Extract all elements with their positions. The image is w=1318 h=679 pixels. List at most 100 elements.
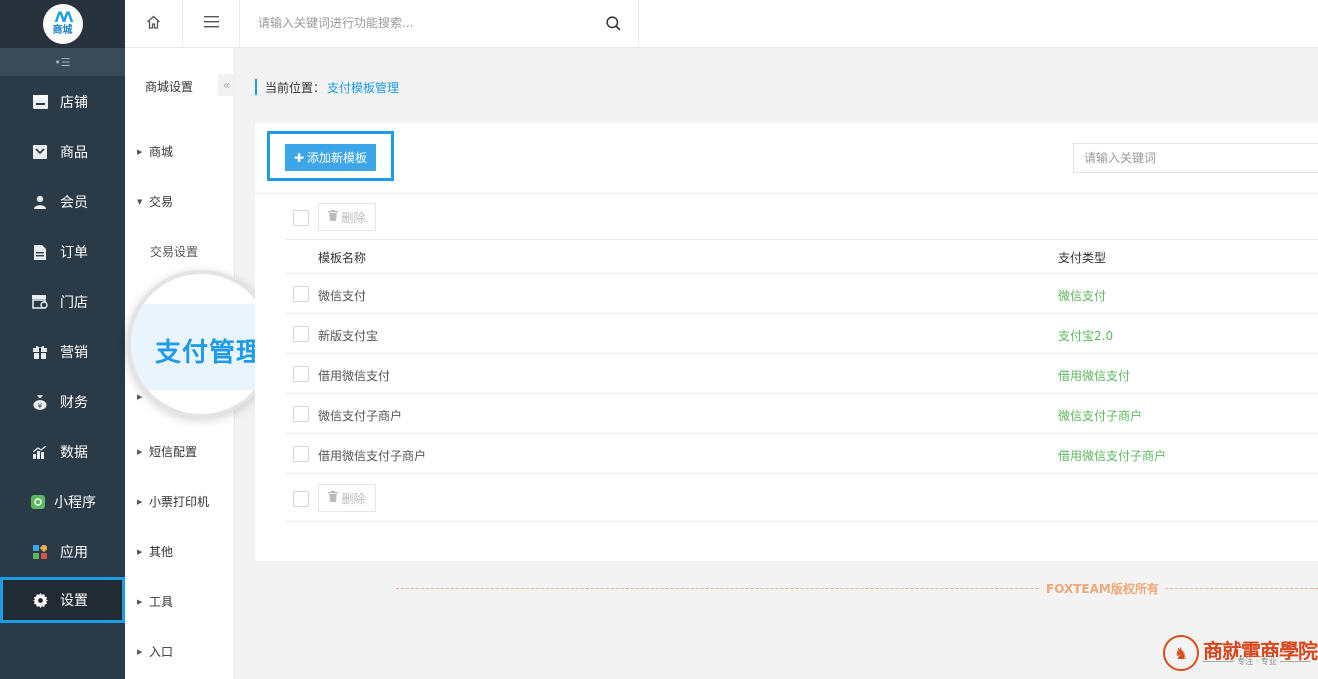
keyword-input[interactable] — [1074, 144, 1318, 172]
submenu-collapse-button[interactable]: « — [218, 74, 235, 96]
sidebar-item-label: 会员 — [60, 195, 88, 211]
bulk-delete-button[interactable]: 删除 — [318, 203, 376, 231]
sidebar-item-apps[interactable]: 应用 — [0, 529, 125, 575]
sidebar-item-shop[interactable]: 门店 — [0, 279, 125, 325]
top-bar — [125, 0, 1318, 48]
logo-text: 商城 — [52, 25, 73, 36]
bulk-delete-button-bottom[interactable]: 删除 — [318, 484, 376, 512]
gift-icon — [32, 344, 48, 360]
sidebar-item-label: 财务 — [60, 395, 88, 411]
sidebar-item-label: 数据 — [60, 445, 88, 461]
caret-right-icon: ▶ — [137, 447, 143, 456]
sidebar-item-label: 商品 — [60, 145, 88, 161]
breadcrumb: 当前位置： 支付模板管理 — [255, 79, 399, 95]
sidebar-item-label: 小程序 — [54, 495, 96, 511]
divider — [285, 473, 1318, 474]
submenu-item-entry[interactable]: ▶ 入口 — [137, 643, 173, 660]
row-checkbox[interactable] — [293, 366, 309, 382]
sidebar-item-store[interactable]: 店铺 — [0, 79, 125, 125]
row-checkbox[interactable] — [293, 326, 309, 342]
search-icon[interactable] — [606, 16, 621, 35]
submenu-item-trade-settings[interactable]: 交易设置 — [150, 243, 198, 260]
sidebar-item-member[interactable]: 会员 — [0, 179, 125, 225]
sidebar-item-settings[interactable]: 设置 — [0, 577, 125, 623]
divider — [255, 193, 1318, 194]
goods-icon — [32, 144, 48, 160]
double-chevron-left-icon: « — [222, 78, 231, 92]
delete-label: 删除 — [341, 491, 366, 506]
submenu-item-other[interactable]: ▶ 其他 — [137, 543, 173, 560]
submenu-title: 商城设置 — [145, 80, 194, 94]
menu-toggle-button[interactable] — [183, 0, 240, 47]
row-checkbox[interactable] — [293, 406, 309, 422]
template-name: 借用微信支付子商户 — [318, 449, 427, 463]
sidebar-item-goods[interactable]: 商品 — [0, 129, 125, 175]
order-icon — [32, 244, 48, 260]
submenu-item-mall[interactable]: ▶ 商城 — [137, 143, 173, 160]
miniprogram-icon — [30, 494, 46, 510]
sidebar-collapse-toggle[interactable]: •☰ — [0, 48, 125, 76]
breadcrumb-current[interactable]: 支付模板管理 — [327, 79, 399, 96]
submenu-item-printer[interactable]: ▶ 小票打印机 — [137, 493, 209, 510]
payment-type: 支付宝2.0 — [1058, 329, 1114, 343]
caret-right-icon: ▶ — [137, 647, 143, 656]
home-button[interactable] — [125, 0, 183, 47]
template-name: 微信支付 — [318, 289, 367, 303]
submenu-item-label: 交易 — [149, 195, 174, 209]
row-checkbox[interactable] — [293, 286, 309, 302]
add-template-label: 添加新模板 — [307, 151, 368, 165]
apps-icon — [32, 544, 48, 560]
sidebar-item-miniprogram[interactable]: 小程序 — [0, 479, 125, 525]
collapse-icon: •☰ — [54, 55, 71, 69]
payment-management-magnifier[interactable]: 支付管理 — [127, 270, 275, 418]
footer-divider — [396, 588, 1318, 589]
plus-icon: ✚ — [293, 150, 305, 165]
add-template-button[interactable]: ✚ 添加新模板 — [285, 144, 376, 171]
sidebar-item-order[interactable]: 订单 — [0, 229, 125, 275]
caret-right-icon: ▶ — [137, 497, 143, 506]
submenu-item-sms[interactable]: ▶ 短信配置 — [137, 443, 197, 460]
submenu-item-trade[interactable]: ▼ 交易 — [137, 193, 173, 210]
shop-icon — [32, 294, 48, 310]
divider — [285, 313, 1318, 314]
main-sidebar: ᐱᐱ 商城 •☰ 店铺 商品 会员 订单 门店 营销 ¥ 财务 数据 小程序 应… — [0, 0, 125, 679]
sidebar-item-label: 订单 — [60, 245, 88, 261]
divider — [285, 353, 1318, 354]
watermark-logo-icon: ♞ — [1163, 635, 1199, 671]
svg-text:¥: ¥ — [38, 402, 43, 410]
payment-type: 微信支付 — [1058, 289, 1107, 303]
sidebar-item-marketing[interactable]: 营销 — [0, 329, 125, 375]
submenu-item-tools[interactable]: ▶ 工具 — [137, 593, 173, 610]
template-name: 微信支付子商户 — [318, 409, 403, 423]
caret-down-icon: ▼ — [137, 197, 143, 206]
payment-type: 借用微信支付子商户 — [1058, 449, 1167, 463]
sidebar-item-data[interactable]: 数据 — [0, 429, 125, 475]
caret-right-icon: ▶ — [137, 547, 143, 556]
sidebar-item-label: 店铺 — [60, 95, 88, 111]
row-checkbox[interactable] — [293, 446, 309, 462]
menu-icon — [203, 15, 219, 32]
chart-icon — [32, 444, 48, 460]
submenu-item-label: 其他 — [149, 545, 174, 559]
user-icon — [32, 194, 48, 210]
template-name: 新版支付宝 — [318, 329, 379, 343]
magnifier-label: 支付管理 — [155, 338, 264, 368]
select-all-checkbox-bottom[interactable] — [293, 491, 309, 507]
divider — [285, 521, 1318, 522]
watermark-slogan: 专注 · 专业 — [1234, 657, 1280, 666]
keyword-search — [1073, 143, 1318, 173]
function-search-input[interactable] — [240, 0, 570, 46]
logo-area: ᐱᐱ 商城 — [0, 0, 125, 48]
sidebar-item-finance[interactable]: ¥ 财务 — [0, 379, 125, 425]
trash-icon — [328, 210, 339, 224]
sidebar-item-label: 营销 — [60, 345, 88, 361]
sidebar-item-label: 门店 — [60, 295, 88, 311]
caret-right-icon: ▶ — [137, 147, 143, 156]
watermark-slogan-rule: 专注 · 专业 — [1203, 657, 1311, 673]
select-all-checkbox[interactable] — [293, 210, 309, 226]
submenu-item-label: 商城 — [149, 145, 174, 159]
submenu-item-label: 入口 — [149, 645, 174, 659]
divider — [285, 239, 1318, 240]
logo[interactable]: ᐱᐱ 商城 — [42, 4, 83, 44]
caret-right-icon: ▶ — [137, 597, 143, 606]
